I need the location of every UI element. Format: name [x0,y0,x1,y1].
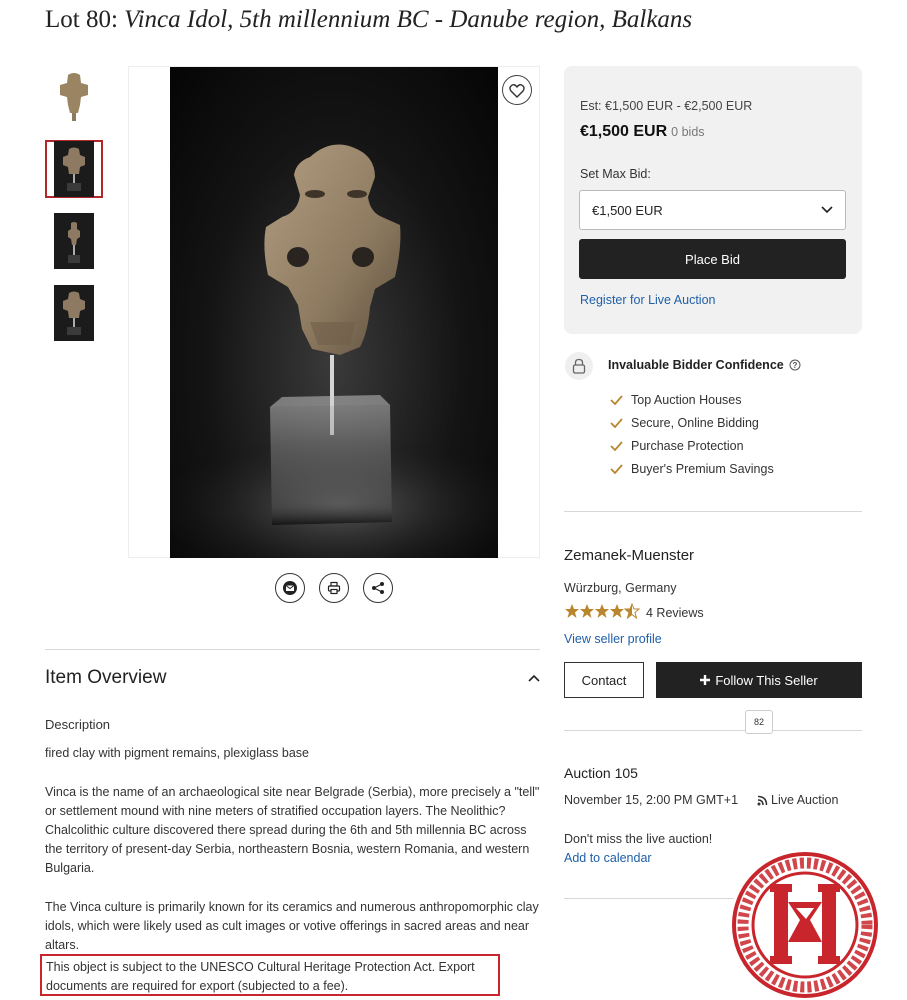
thumbnail-3[interactable] [45,212,103,270]
item-overview-title: Item Overview [45,667,167,688]
description-paragraph: The Vinca culture is primarily known for… [45,900,539,952]
idol-thumbnail-image [54,141,94,197]
checkmark-icon [610,417,623,428]
price-value: €1,500 EUR [580,123,668,140]
place-bid-button[interactable]: Place Bid [579,239,846,279]
star-rating-icon [565,603,641,619]
description-paragraph: Vinca is the name of an archaeological s… [45,785,540,875]
confidence-item-label: Purchase Protection [631,438,744,453]
seller-location: Würzburg, Germany [564,581,677,595]
email-icon [283,581,297,595]
seller-reviews-count[interactable]: 4 Reviews [646,606,704,620]
svg-text:?: ? [792,361,797,370]
live-auction-label: Live Auction [757,793,838,807]
live-auction-text: Live Auction [771,793,839,807]
list-item: Secure, Online Bidding [610,411,774,434]
list-item: Top Auction Houses [610,388,774,411]
help-icon[interactable]: ? [789,359,801,371]
favorite-button[interactable] [502,75,532,105]
checkmark-icon [610,394,623,405]
divider [564,730,862,731]
heart-icon [509,83,525,98]
bidder-confidence-label: Invaluable Bidder Confidence [608,358,784,372]
divider [564,511,862,512]
chevron-up-icon[interactable] [526,670,542,686]
seller-rating [564,603,642,619]
confidence-item-label: Top Auction Houses [631,392,742,407]
max-bid-value: €1,500 EUR [592,202,663,218]
thumbnail-4[interactable] [45,284,103,342]
idol-thumbnail-image [54,285,94,341]
email-button[interactable] [275,573,305,603]
bidder-confidence-title: Invaluable Bidder Confidence ? [608,358,801,372]
auction-name[interactable]: Auction 105 [564,765,638,781]
watermark-seal-logo [732,852,878,998]
lock-icon [572,358,586,374]
divider [564,898,734,899]
lot-title: Lot 80: Vinca Idol, 5th millennium BC - … [45,6,692,34]
max-bid-select[interactable]: €1,500 EUR [579,190,846,230]
lot-name: Vinca Idol, 5th millennium BC - Danube r… [124,6,693,33]
idol-thumbnail-image [54,69,94,125]
current-price: €1,500 EUR 0 bids [580,123,705,141]
add-to-calendar-link[interactable]: Add to calendar [564,851,652,865]
print-icon [327,581,341,595]
description-paragraph: fired clay with pigment remains, plexigl… [45,746,310,760]
confidence-item-label: Secure, Online Bidding [631,415,759,430]
list-item: Buyer's Premium Savings [610,457,774,480]
confidence-list: Top Auction Houses Secure, Online Biddin… [610,388,774,480]
description-label: Description [45,717,111,732]
follow-label: Follow This Seller [715,672,818,688]
chevron-down-icon [821,206,833,214]
rss-icon [757,795,768,805]
thumbnail-2[interactable] [45,140,103,198]
divider [45,649,540,650]
register-live-auction-link[interactable]: Register for Live Auction [580,293,716,307]
share-button[interactable] [363,573,393,603]
share-icon [372,582,384,594]
thumbnail-1[interactable] [45,68,103,126]
view-seller-profile-link[interactable]: View seller profile [564,632,662,646]
checkmark-icon [610,463,623,474]
print-button[interactable] [319,573,349,603]
lot-number: Lot 80: [45,6,125,33]
idol-thumbnail-image [54,213,94,269]
main-image-frame [128,66,540,558]
estimate-text: Est: €1,500 EUR - €2,500 EUR [580,99,753,113]
confidence-item-label: Buyer's Premium Savings [631,461,774,476]
live-auction-reminder: Don't miss the live auction! [564,832,713,846]
export-notice: This object is subject to the UNESCO Cul… [40,954,500,996]
idol-figure-illustration [170,144,498,558]
checkmark-icon [610,440,623,451]
share-actions [275,573,393,603]
bid-count: 0 bids [671,125,705,139]
lock-icon-badge [565,352,593,380]
max-bid-label: Set Max Bid: [580,167,651,181]
seller-name[interactable]: Zemanek-Muenster [564,547,694,564]
follow-seller-button[interactable]: Follow This Seller [656,662,862,698]
bid-panel: Est: €1,500 EUR - €2,500 EUR €1,500 EUR 0… [564,66,862,334]
main-lot-image[interactable] [170,67,498,558]
list-item: Purchase Protection [610,434,774,457]
follower-count-badge: 82 [745,710,773,734]
plus-icon [700,675,711,685]
auction-date: November 15, 2:00 PM GMT+1 [564,793,739,807]
contact-button[interactable]: Contact [564,662,644,698]
